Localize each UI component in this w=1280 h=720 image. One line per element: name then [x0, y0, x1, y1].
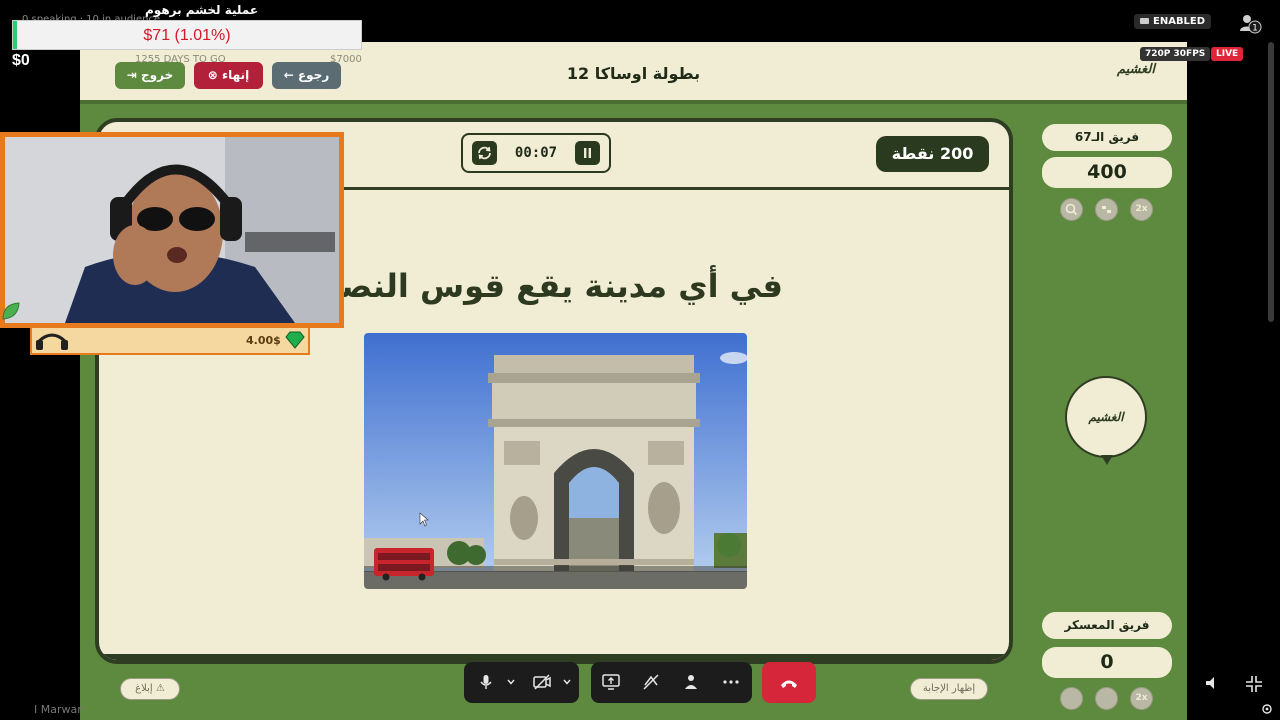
report-button[interactable]: ⚠ إبلاغ — [120, 678, 180, 700]
double-points-button[interactable]: 2x — [1130, 687, 1153, 710]
team-1-name: فريق الـ67 — [1042, 124, 1172, 151]
stream-goal-title: عملية لخشم برهوم — [145, 3, 259, 17]
enabled-label: ENABLED — [1153, 16, 1206, 27]
search-icon[interactable] — [1060, 198, 1083, 221]
gem-icon — [284, 331, 306, 349]
arc-de-triomphe-image — [364, 333, 747, 589]
team-1-score: 400 — [1042, 157, 1172, 188]
leaf-icon — [0, 300, 22, 322]
double-points-button[interactable]: 2x — [1130, 198, 1153, 221]
headset-icon — [36, 333, 68, 350]
timer-value: 00:07 — [514, 145, 558, 161]
activities-icon[interactable] — [681, 672, 701, 692]
webcam-feed — [0, 132, 344, 328]
media-controls — [464, 662, 579, 703]
phone-swap-icon[interactable] — [1095, 198, 1118, 221]
phone-swap-icon[interactable] — [1095, 687, 1118, 710]
goal-current-amount: $0 — [12, 52, 30, 69]
screen: 0 speaking · 10 in audience عملية لخشم ب… — [0, 0, 1280, 720]
goal-progress-text: $71 (1.01%) — [143, 27, 231, 44]
chevron-down-icon[interactable] — [506, 677, 516, 687]
participant-name: I Marwan — [34, 703, 85, 716]
tournament-title: بطولة اوساكا 12 — [566, 64, 701, 83]
participants-count: 1 — [1252, 24, 1258, 34]
question-text: في أي مدينة يقع قوس النصر — [321, 267, 783, 305]
hang-up-icon — [781, 680, 797, 688]
question-points: 200 نقطة — [876, 136, 989, 172]
camera-off-icon[interactable] — [532, 672, 552, 692]
question-image — [364, 333, 747, 589]
chevron-down-icon[interactable] — [562, 677, 572, 687]
report-label: إبلاغ — [135, 683, 153, 694]
webcam-tag-value: 4.00$ — [246, 334, 281, 347]
microphone-icon[interactable] — [476, 672, 496, 692]
participants-icon[interactable]: 1 — [1238, 12, 1262, 34]
pause-icon — [584, 148, 591, 158]
end-call-button[interactable] — [762, 662, 816, 703]
team-2-name: فريق المعسكر — [1042, 612, 1172, 639]
streamer-video — [5, 137, 339, 323]
side-brand-logo: الغشيم — [1065, 376, 1147, 458]
panel-bottom-border — [99, 654, 1009, 660]
webcam-nameplate: 4.00$ — [30, 328, 310, 355]
refresh-icon — [478, 146, 491, 160]
quality-badge: 720P 30FPS — [1140, 47, 1211, 61]
camera-icon — [1140, 18, 1149, 24]
team-2-tools: 2x — [1060, 687, 1160, 711]
timer-reset-button[interactable] — [472, 141, 497, 165]
screen-share-icon[interactable] — [601, 672, 621, 692]
team-1-tools: 2x — [1060, 198, 1160, 222]
team-2-score: 0 — [1042, 647, 1172, 678]
live-badge: LIVE — [1211, 47, 1244, 61]
search-icon[interactable] — [1060, 687, 1083, 710]
reveal-answer-button[interactable]: إظهار الإجابة — [910, 678, 988, 700]
camera-enabled-badge[interactable]: ENABLED — [1134, 14, 1212, 29]
soundboard-off-icon[interactable] — [641, 672, 661, 692]
side-logo-pointer — [1101, 455, 1113, 465]
timer: 00:07 — [461, 133, 611, 173]
settings-icon[interactable] — [1261, 703, 1273, 715]
more-options-icon[interactable] — [721, 672, 741, 692]
goal-progress-bar: $71 (1.01%) — [12, 20, 362, 50]
exit-fullscreen-icon[interactable] — [1244, 674, 1264, 694]
call-actions — [591, 662, 752, 703]
game-header: 1255 DAYS TO GO $7000 خروج ⇥ إنهاء ⊗ رجو… — [80, 42, 1187, 104]
brand-logo: الغشيم — [1116, 62, 1155, 77]
timer-pause-button[interactable] — [575, 141, 600, 165]
volume-icon[interactable] — [1204, 674, 1222, 692]
scrollbar[interactable] — [1268, 42, 1274, 322]
